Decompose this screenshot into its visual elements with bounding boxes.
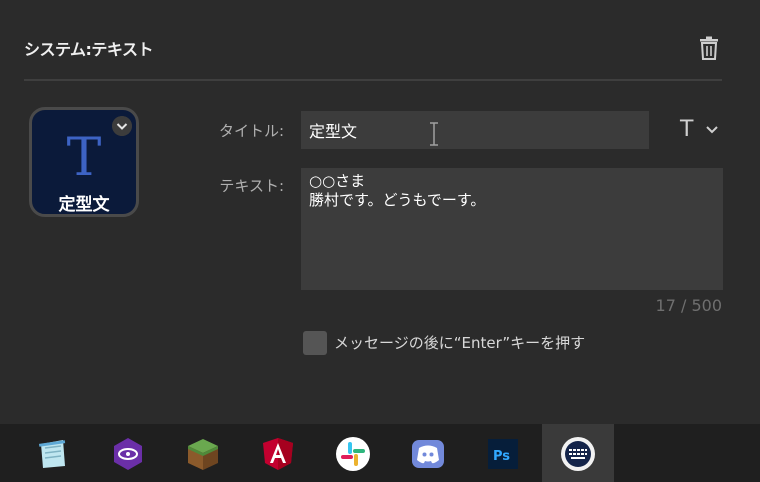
discord-icon bbox=[412, 440, 444, 468]
minecraft-icon bbox=[188, 439, 218, 470]
text-format-icon: T bbox=[680, 117, 694, 142]
trash-icon[interactable] bbox=[698, 36, 720, 60]
title-label: タイトル: bbox=[218, 122, 284, 140]
send-enter-label: メッセージの後に“Enter”キーを押す bbox=[334, 334, 586, 352]
taskbar-app-photoshop[interactable]: Ps bbox=[467, 424, 539, 482]
slack-icon bbox=[336, 437, 370, 471]
tile-letter: T bbox=[66, 128, 102, 188]
character-counter: 17 / 500 bbox=[655, 296, 722, 315]
chevron-down-icon[interactable] bbox=[112, 116, 132, 136]
text-cursor-icon bbox=[430, 122, 438, 146]
settings-panel: システム:テキスト T 定型文 タイトル: T テキスト: ○○さま 勝村です。… bbox=[0, 0, 760, 424]
taskbar-app-keyboard[interactable] bbox=[542, 424, 614, 482]
taskbar: Ps bbox=[0, 424, 760, 482]
notepad-icon bbox=[38, 440, 66, 468]
svg-text:Ps: Ps bbox=[493, 449, 510, 464]
tile-caption: 定型文 bbox=[58, 195, 110, 215]
send-enter-checkbox[interactable] bbox=[303, 331, 327, 355]
header-divider bbox=[24, 79, 722, 81]
text-label: テキスト: bbox=[219, 177, 284, 195]
photoshop-icon: Ps bbox=[488, 439, 518, 469]
text-body-field[interactable]: ○○さま 勝村です。どうもでーす。 bbox=[301, 168, 723, 290]
page-title: システム:テキスト bbox=[24, 40, 153, 59]
taskbar-app-angular[interactable] bbox=[242, 424, 314, 482]
title-input[interactable] bbox=[301, 111, 649, 149]
angular-icon bbox=[263, 438, 293, 470]
text-format-button[interactable]: T bbox=[680, 117, 724, 145]
taskbar-app-notepad[interactable] bbox=[17, 424, 89, 482]
visual-studio-icon bbox=[114, 438, 142, 470]
taskbar-app-visual-studio[interactable] bbox=[92, 424, 164, 482]
chevron-down-icon bbox=[706, 126, 718, 134]
keyboard-app-icon bbox=[561, 437, 595, 471]
taskbar-app-discord[interactable] bbox=[392, 424, 464, 482]
taskbar-app-minecraft[interactable] bbox=[167, 424, 239, 482]
snippet-icon-tile[interactable]: T 定型文 bbox=[29, 107, 139, 217]
taskbar-app-slack[interactable] bbox=[317, 424, 389, 482]
